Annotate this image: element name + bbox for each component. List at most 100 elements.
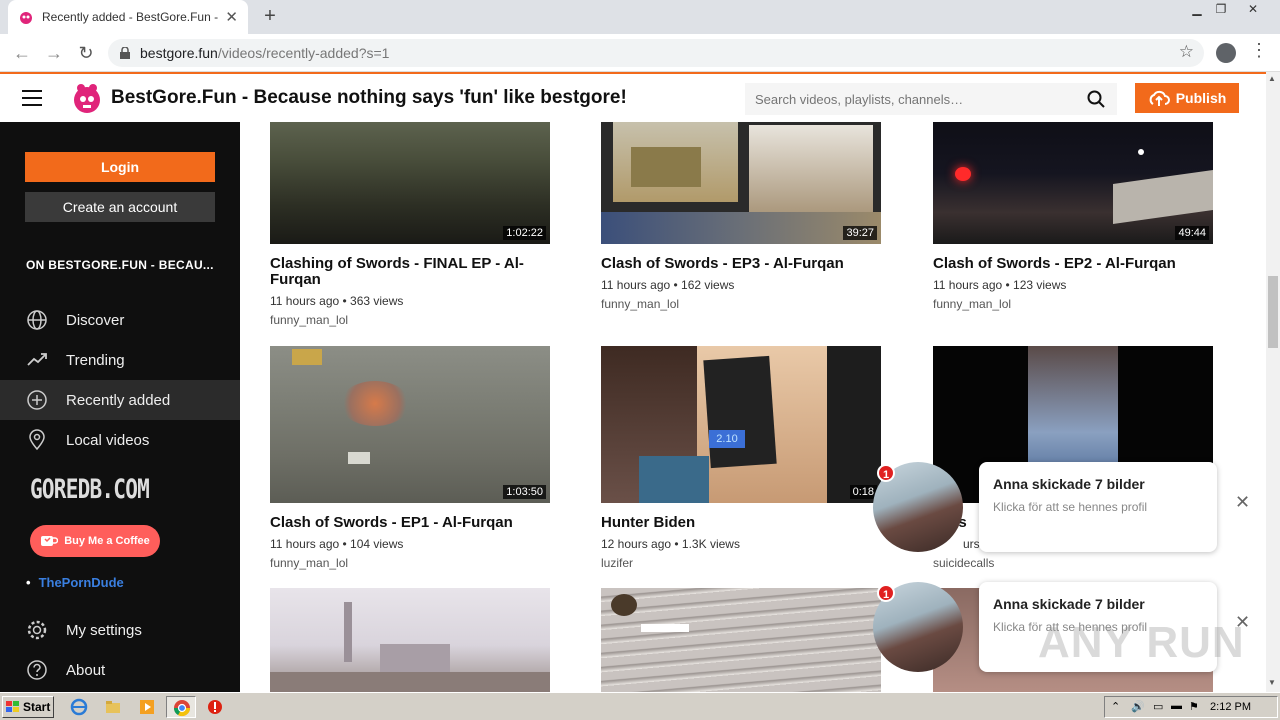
sidebar-item-label: My settings [66, 621, 142, 639]
url-path: /videos/recently-added?s=1 [217, 45, 390, 61]
sidebar-item-about[interactable]: About [0, 650, 240, 690]
sidebar-item-trending[interactable]: Trending [0, 340, 240, 380]
notification-popup[interactable]: 1 Anna skickade 7 bilder Klicka för att … [873, 462, 1250, 562]
video-title[interactable]: Clash of Swords - EP3 - Al-Furqan [601, 256, 881, 272]
scroll-up-icon[interactable]: ▲ [1268, 74, 1276, 83]
notification-close-icon[interactable]: ✕ [1235, 492, 1250, 513]
new-tab-icon[interactable]: + [258, 4, 282, 28]
back-icon[interactable]: ← [10, 41, 34, 65]
search-icon[interactable] [1087, 90, 1105, 108]
video-meta: 11 hours ago • 104 views [270, 537, 404, 551]
anyrun-watermark: ANY RUN [1038, 618, 1245, 667]
video-meta: 12 hours ago • 1.3K views [601, 537, 740, 551]
profile-avatar-icon[interactable] [1216, 43, 1236, 63]
ie-icon[interactable] [70, 698, 88, 716]
cloud-upload-icon [1149, 90, 1170, 106]
gear-icon [27, 620, 47, 640]
taskbar: Start ⌃ 🔊 ▭ ▬ ⚑ 2:12 PM [0, 692, 1280, 720]
sidebar: Login Create an account ON BESTGORE.FUN … [0, 122, 240, 692]
video-meta: 11 hours ago • 363 views [270, 294, 404, 308]
reload-icon[interactable]: ↻ [74, 41, 98, 65]
trending-icon [27, 353, 47, 366]
video-channel[interactable]: funny_man_lol [270, 313, 348, 327]
network-icon[interactable]: ▭ [1153, 700, 1163, 713]
notification-badge: 1 [877, 584, 895, 602]
volume-icon[interactable]: 🔊 [1131, 700, 1145, 713]
url-field[interactable]: bestgore.fun/videos/recently-added?s=1 ☆ [108, 39, 1204, 67]
video-meta: 11 hours ago • 123 views [933, 278, 1067, 292]
chrome-taskbar-button[interactable] [166, 696, 196, 718]
video-title[interactable]: Clashing of Swords - FINAL EP - Al-Furqa… [270, 256, 550, 288]
url-host: bestgore.fun [140, 45, 218, 61]
notification-badge: 1 [877, 464, 895, 482]
tray-expand-icon[interactable]: ⌃ [1111, 700, 1120, 713]
folder-icon[interactable] [104, 698, 122, 716]
scrollbar-thumb[interactable] [1268, 276, 1278, 348]
sidebar-heading[interactable]: ON BESTGORE.FUN - BECAU... [26, 258, 214, 272]
create-account-button[interactable]: Create an account [25, 192, 215, 222]
page-scrollbar[interactable]: ▲ ▼ [1266, 72, 1280, 692]
restore-icon[interactable]: ❐ [1210, 0, 1232, 20]
buy-coffee-button[interactable]: Buy Me a Coffee [30, 525, 160, 557]
video-thumbnail[interactable]: 49:44 [933, 122, 1213, 244]
minimize-icon[interactable]: ▁ [1186, 0, 1208, 20]
search-input[interactable] [755, 91, 1075, 107]
browser-tab-bar: Recently added - BestGore.Fun - Be ✕ + ▁… [0, 0, 1280, 34]
sidebar-item-label: Discover [66, 311, 125, 329]
tab-close-icon[interactable]: ✕ [225, 8, 238, 26]
sidebar-item-label: Recently added [66, 391, 171, 409]
media-player-icon[interactable] [138, 698, 156, 716]
video-thumbnail[interactable] [270, 588, 550, 692]
flag-icon[interactable]: ⚑ [1189, 700, 1199, 713]
video-thumbnail[interactable]: 1:03:50 [270, 346, 550, 503]
site-logo-icon[interactable] [72, 82, 102, 114]
login-button[interactable]: Login [25, 152, 215, 182]
video-channel[interactable]: funny_man_lol [601, 297, 679, 311]
coffee-label: Buy Me a Coffee [64, 535, 150, 547]
battery-icon[interactable]: ▬ [1171, 700, 1182, 712]
video-thumbnail[interactable] [601, 588, 881, 692]
sidebar-item-discover[interactable]: Discover [0, 300, 240, 340]
video-duration: 1:02:22 [503, 226, 546, 240]
video-thumbnail[interactable]: 39:27 [601, 122, 881, 244]
goredb-banner[interactable]: GOREDB.COM [30, 474, 150, 505]
video-title[interactable]: Hunter Biden [601, 515, 881, 531]
start-button[interactable]: Start [2, 696, 54, 718]
scroll-down-icon[interactable]: ▼ [1268, 678, 1276, 687]
alert-app-icon[interactable] [206, 698, 224, 716]
lock-icon [120, 47, 130, 59]
video-channel[interactable]: funny_man_lol [933, 297, 1011, 311]
plus-circle-icon [27, 390, 47, 410]
sidebar-item-label: Trending [66, 351, 125, 369]
tab-title: Recently added - BestGore.Fun - Be [42, 10, 220, 24]
bookmark-star-icon[interactable]: ☆ [1179, 42, 1194, 62]
video-thumbnail[interactable]: 1:02:22 [270, 122, 550, 244]
sidebar-item-local-videos[interactable]: Local videos [0, 420, 240, 460]
video-duration: 49:44 [1175, 226, 1209, 240]
site-favicon-icon [20, 12, 32, 24]
notification-bubble[interactable]: Anna skickade 7 bilder Klicka för att se… [979, 462, 1217, 552]
video-title[interactable]: Clash of Swords - EP2 - Al-Furqan [933, 256, 1213, 272]
porndude-link[interactable]: ThePornDude [26, 575, 124, 590]
publish-button[interactable]: Publish [1135, 83, 1239, 113]
video-channel[interactable]: luzifer [601, 556, 633, 570]
video-title[interactable]: Clash of Swords - EP1 - Al-Furqan [270, 515, 550, 531]
forward-icon[interactable]: → [42, 41, 66, 65]
chrome-icon [173, 700, 191, 717]
browser-menu-icon[interactable]: ⋮ [1250, 40, 1268, 61]
notification-title: Anna skickade 7 bilder [993, 476, 1145, 492]
sidebar-item-settings[interactable]: My settings [0, 610, 240, 650]
sidebar-item-recently-added[interactable]: Recently added [0, 380, 240, 420]
video-duration: 1:03:50 [503, 485, 546, 499]
video-thumbnail[interactable]: 2.10 0:18 [601, 346, 881, 503]
window-close-icon[interactable]: ✕ [1242, 0, 1264, 20]
site-title[interactable]: BestGore.Fun - Because nothing says 'fun… [111, 87, 627, 109]
video-channel[interactable]: funny_man_lol [270, 556, 348, 570]
browser-tab[interactable]: Recently added - BestGore.Fun - Be ✕ [8, 0, 248, 34]
globe-icon [27, 310, 47, 330]
system-tray: ⌃ 🔊 ▭ ▬ ⚑ 2:12 PM [1104, 696, 1278, 718]
address-bar-row: ← → ↻ bestgore.fun/videos/recently-added… [0, 34, 1280, 72]
hamburger-menu-icon[interactable] [22, 90, 42, 106]
clock[interactable]: 2:12 PM [1210, 701, 1251, 713]
sidebar-item-label: Local videos [66, 431, 150, 449]
